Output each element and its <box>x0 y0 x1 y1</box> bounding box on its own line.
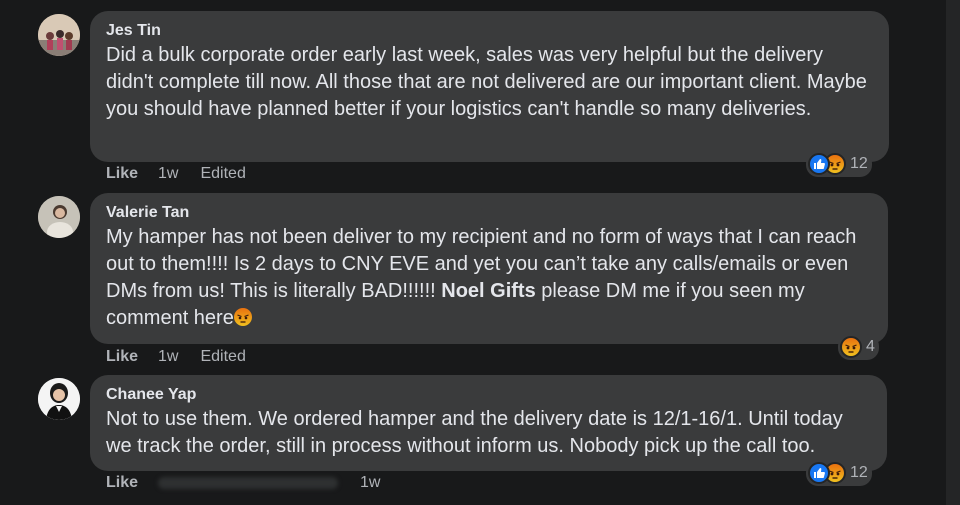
comment-text: Did a bulk corporate order early last we… <box>106 44 867 120</box>
comment-bubble: Chanee Yap Not to use them. We ordered h… <box>90 375 887 471</box>
comment-author[interactable]: Chanee Yap <box>106 385 873 405</box>
reaction-count: 12 <box>850 464 868 481</box>
like-button[interactable]: Like <box>106 474 138 492</box>
reaction-count: 4 <box>866 338 875 355</box>
comment-actions: Like 1w Edited <box>106 165 246 183</box>
like-button[interactable]: Like <box>106 348 138 366</box>
reaction-summary[interactable]: 12 <box>806 151 872 177</box>
reaction-summary[interactable]: 4 <box>838 334 879 360</box>
reaction-count: 12 <box>850 155 868 172</box>
comment-author[interactable]: Valerie Tan <box>106 203 874 223</box>
timestamp[interactable]: 1w <box>158 348 178 366</box>
comment-text: My hamper has not been deliver to my rec… <box>106 224 874 332</box>
comment-actions: Like 1w Edited <box>106 348 246 366</box>
like-icon <box>808 462 830 484</box>
mention-link[interactable]: Noel Gifts <box>441 280 535 302</box>
like-button[interactable]: Like <box>106 165 138 183</box>
comment-bubble: Valerie Tan My hamper has not been deliv… <box>90 193 888 344</box>
like-icon <box>808 153 830 175</box>
comment-text: Not to use them. We ordered hamper and t… <box>106 408 843 457</box>
timestamp[interactable]: 1w <box>158 165 178 183</box>
edited-label[interactable]: Edited <box>200 348 245 366</box>
comment-bubble: Jes Tin Did a bulk corporate order early… <box>90 11 889 162</box>
comment-actions: Like 1w <box>106 474 402 492</box>
scroll-edge <box>946 0 960 505</box>
obscured-text <box>158 477 339 489</box>
edited-label[interactable]: Edited <box>200 165 245 183</box>
avatar[interactable] <box>38 196 80 238</box>
comment-author[interactable]: Jes Tin <box>106 21 875 41</box>
timestamp[interactable]: 1w <box>360 474 380 492</box>
avatar[interactable] <box>38 14 80 56</box>
angry-emoji-icon <box>233 308 252 326</box>
reaction-summary[interactable]: 12 <box>806 460 872 486</box>
angry-icon <box>840 336 862 358</box>
avatar[interactable] <box>38 378 80 420</box>
